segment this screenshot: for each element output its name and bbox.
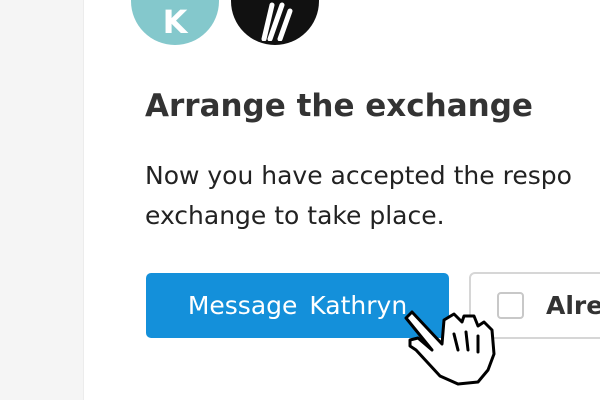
avatar-kathryn: K	[131, 0, 219, 45]
left-gutter	[0, 0, 84, 400]
hand-pointer-icon	[404, 310, 496, 386]
avatar-logo	[231, 0, 319, 45]
instruction-text: Now you have accepted the respo exchange…	[145, 156, 600, 236]
instruction-line-1: Now you have accepted the respo	[145, 161, 572, 190]
already-exchanged-label: Alre	[546, 291, 600, 320]
instruction-line-2: exchange to take place.	[145, 201, 445, 230]
pencil-logo-icon	[261, 2, 293, 41]
avatar-initial: K	[162, 3, 188, 41]
page-title: Arrange the exchange	[145, 88, 533, 124]
